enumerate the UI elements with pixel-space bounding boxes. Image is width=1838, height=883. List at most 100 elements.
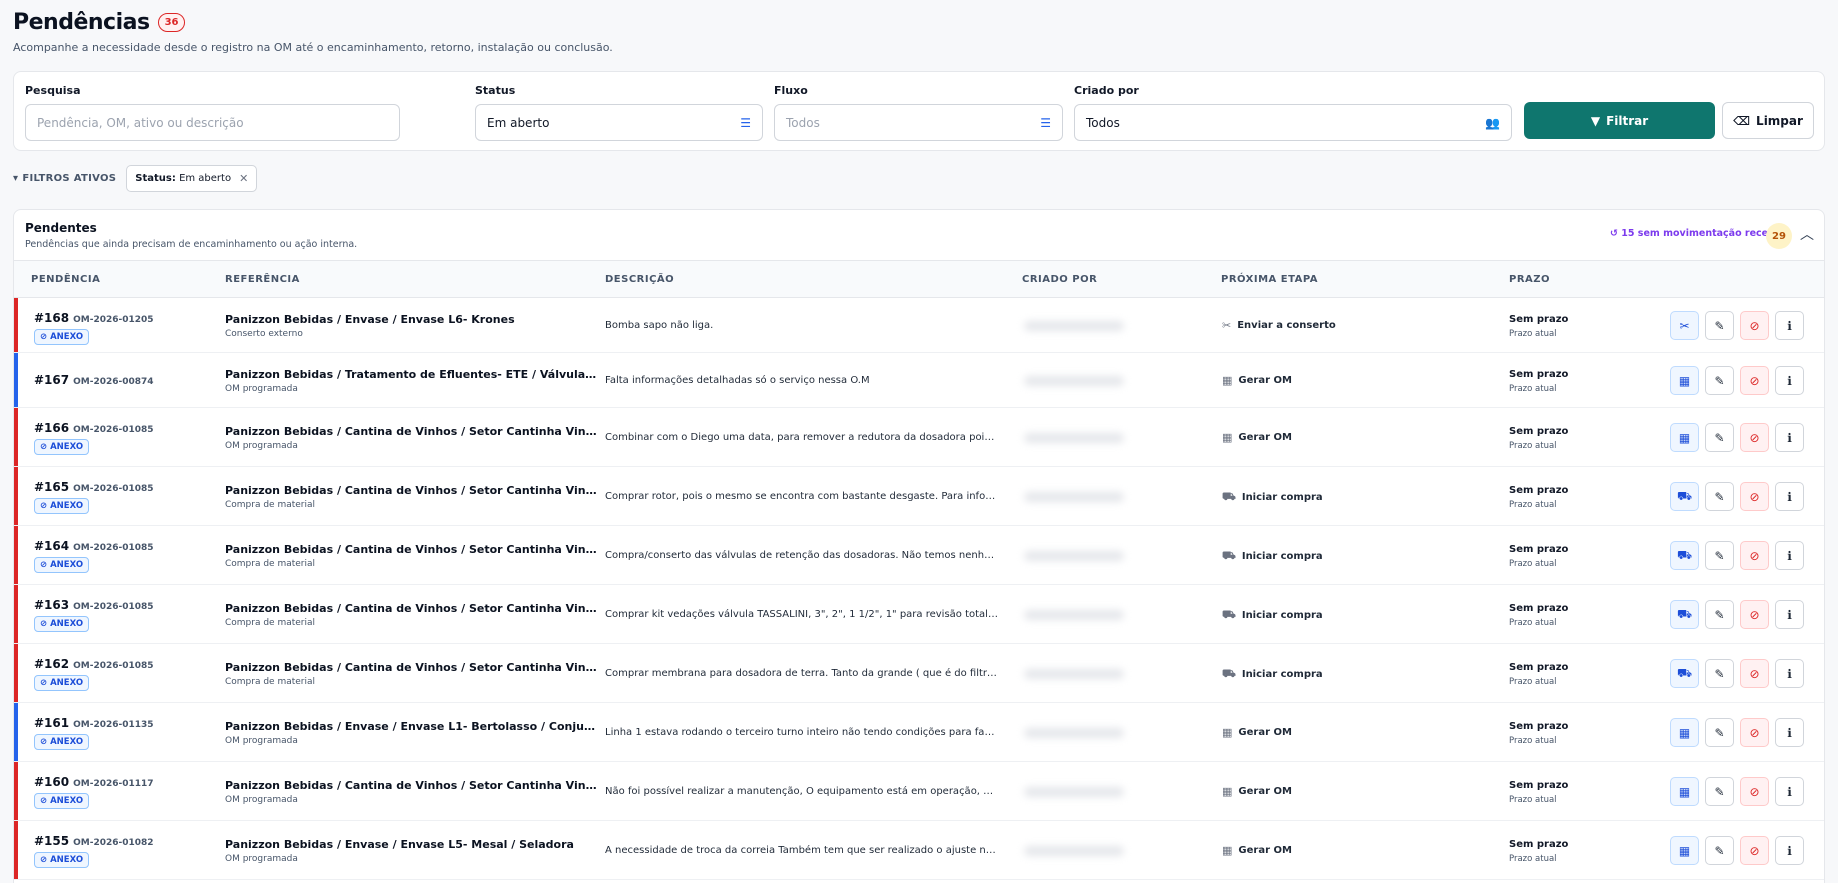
active-filters: ▾ FILTROS ATIVOS Status: Em aberto ✕	[13, 165, 258, 192]
info-button[interactable]: ℹ	[1775, 541, 1804, 570]
table-row[interactable]: #168 OM-2026-01205 ⊘ ANEXO Panizzon Bebid…	[14, 298, 1824, 353]
description-text: A necessidade de troca da correia Também…	[605, 845, 998, 856]
tools-action-button[interactable]: ✂	[1670, 311, 1699, 340]
cart-action-button[interactable]: ⛟	[1670, 482, 1699, 511]
attachment-badge[interactable]: ⊘ ANEXO	[34, 439, 90, 455]
description-text: Combinar com o Diego uma data, para remo…	[605, 432, 998, 443]
calendar-action-button[interactable]: ▦	[1670, 836, 1699, 865]
pendency-id[interactable]: #162 OM-2026-01085	[34, 657, 154, 671]
table-row[interactable]: #164 OM-2026-01085 ⊘ ANEXO Panizzon Bebid…	[14, 526, 1824, 585]
attachment-badge[interactable]: ⊘ ANEXO	[34, 557, 90, 573]
table-row[interactable]: #163 OM-2026-01085 ⊘ ANEXO Panizzon Bebid…	[14, 585, 1824, 644]
clear-button-label: Limpar	[1756, 113, 1803, 128]
table-row[interactable]: #161 OM-2026-01135 ⊘ ANEXO Panizzon Bebid…	[14, 703, 1824, 762]
pendency-id[interactable]: #166 OM-2026-01085	[34, 421, 154, 435]
stale-indicator[interactable]: ↺ 15 sem movimentação recente	[1610, 228, 1786, 239]
cancel-button[interactable]: ⊘	[1740, 423, 1769, 452]
edit-button[interactable]: ✎	[1705, 836, 1734, 865]
edit-button[interactable]: ✎	[1705, 423, 1734, 452]
info-button[interactable]: ℹ	[1775, 777, 1804, 806]
table-row[interactable]: #167 OM-2026-00874 Panizzon Bebidas / Tra…	[14, 353, 1824, 408]
calendar-action-button[interactable]: ▦	[1670, 366, 1699, 395]
info-button[interactable]: ℹ	[1775, 311, 1804, 340]
attachment-badge[interactable]: ⊘ ANEXO	[34, 498, 90, 514]
edit-button[interactable]: ✎	[1705, 777, 1734, 806]
filter-button[interactable]: ▼ Filtrar	[1524, 102, 1715, 139]
attachment-badge[interactable]: ⊘ ANEXO	[34, 734, 90, 750]
cancel-button[interactable]: ⊘	[1740, 718, 1769, 747]
info-button[interactable]: ℹ	[1775, 366, 1804, 395]
table-row[interactable]: #160 OM-2026-01117 ⊘ ANEXO Panizzon Bebid…	[14, 762, 1824, 821]
table-row[interactable]: #155 OM-2026-01082 ⊘ ANEXO Panizzon Bebid…	[14, 821, 1824, 880]
info-icon: ℹ	[1787, 843, 1792, 858]
edit-button[interactable]: ✎	[1705, 600, 1734, 629]
pencil-icon: ✎	[1714, 725, 1725, 740]
status-select[interactable]: Em aberto ☰	[475, 104, 763, 141]
eraser-icon: ⌫	[1733, 113, 1751, 128]
attachment-badge[interactable]: ⊘ ANEXO	[34, 793, 90, 809]
cart-action-button[interactable]: ⛟	[1670, 541, 1699, 570]
ban-icon: ⊘	[1749, 666, 1760, 681]
info-button[interactable]: ℹ	[1775, 659, 1804, 688]
table-row[interactable]: #165 OM-2026-01085 ⊘ ANEXO Panizzon Bebid…	[14, 467, 1824, 526]
cancel-button[interactable]: ⊘	[1740, 311, 1769, 340]
calendar-icon: ▦	[1678, 725, 1691, 740]
edit-button[interactable]: ✎	[1705, 366, 1734, 395]
attachment-badge[interactable]: ⊘ ANEXO	[34, 616, 90, 632]
flow-select[interactable]: Todos ☰	[774, 104, 1063, 141]
cart-action-button[interactable]: ⛟	[1670, 659, 1699, 688]
creator-select[interactable]: Todos 👥	[1074, 104, 1512, 141]
cancel-button[interactable]: ⊘	[1740, 482, 1769, 511]
close-icon[interactable]: ✕	[239, 172, 248, 185]
attachment-badge[interactable]: ⊘ ANEXO	[34, 675, 90, 691]
description-text: Comprar kit vedações válvula TASSALINI, …	[605, 609, 998, 620]
pendency-id[interactable]: #160 OM-2026-01117	[34, 775, 154, 789]
info-button[interactable]: ℹ	[1775, 482, 1804, 511]
filter-button-label: Filtrar	[1606, 113, 1649, 128]
cancel-button[interactable]: ⊘	[1740, 777, 1769, 806]
deadline-sub: Prazo atual	[1509, 329, 1557, 339]
creator-blurred	[1024, 433, 1124, 443]
info-button[interactable]: ℹ	[1775, 718, 1804, 747]
calendar-action-button[interactable]: ▦	[1670, 777, 1699, 806]
pendency-id[interactable]: #167 OM-2026-00874	[34, 373, 154, 387]
pendency-id[interactable]: #155 OM-2026-01082	[34, 834, 154, 848]
pendency-id[interactable]: #168 OM-2026-01205	[34, 311, 154, 325]
cancel-button[interactable]: ⊘	[1740, 659, 1769, 688]
cart-action-button[interactable]: ⛟	[1670, 600, 1699, 629]
pendency-id[interactable]: #165 OM-2026-01085	[34, 480, 154, 494]
reference-type: Compra de material	[225, 559, 316, 569]
cancel-button[interactable]: ⊘	[1740, 836, 1769, 865]
pendency-id[interactable]: #164 OM-2026-01085	[34, 539, 154, 553]
pendency-id[interactable]: #163 OM-2026-01085	[34, 598, 154, 612]
pendency-id[interactable]: #161 OM-2026-01135	[34, 716, 154, 730]
search-input[interactable]: Pendência, OM, ativo ou descrição	[25, 104, 400, 141]
attachment-badge[interactable]: ⊘ ANEXO	[34, 852, 90, 868]
clear-button[interactable]: ⌫ Limpar	[1722, 102, 1814, 139]
attachment-badge[interactable]: ⊘ ANEXO	[34, 329, 90, 345]
reference-text: Panizzon Bebidas / Cantina de Vinhos / S…	[225, 543, 597, 556]
chevron-up-icon[interactable]: ︿	[1800, 224, 1814, 244]
status-filter-chip[interactable]: Status: Em aberto ✕	[126, 165, 258, 192]
table-row[interactable]: #162 OM-2026-01085 ⊘ ANEXO Panizzon Bebid…	[14, 644, 1824, 703]
next-step-label: Iniciar compra	[1241, 669, 1323, 680]
edit-button[interactable]: ✎	[1705, 659, 1734, 688]
cancel-button[interactable]: ⊘	[1740, 600, 1769, 629]
info-button[interactable]: ℹ	[1775, 423, 1804, 452]
ban-icon: ⊘	[1749, 489, 1760, 504]
info-button[interactable]: ℹ	[1775, 600, 1804, 629]
edit-button[interactable]: ✎	[1705, 311, 1734, 340]
calendar-icon: ▦	[1222, 374, 1233, 387]
calendar-action-button[interactable]: ▦	[1670, 718, 1699, 747]
row-actions: ▦ ✎ ⊘ ℹ	[1670, 423, 1804, 452]
cancel-button[interactable]: ⊘	[1740, 366, 1769, 395]
description-text: Não foi possível realizar a manutenção, …	[605, 786, 998, 797]
edit-button[interactable]: ✎	[1705, 482, 1734, 511]
edit-button[interactable]: ✎	[1705, 718, 1734, 747]
creator-blurred	[1024, 728, 1124, 738]
edit-button[interactable]: ✎	[1705, 541, 1734, 570]
cancel-button[interactable]: ⊘	[1740, 541, 1769, 570]
calendar-action-button[interactable]: ▦	[1670, 423, 1699, 452]
info-button[interactable]: ℹ	[1775, 836, 1804, 865]
table-row[interactable]: #166 OM-2026-01085 ⊘ ANEXO Panizzon Bebid…	[14, 408, 1824, 467]
